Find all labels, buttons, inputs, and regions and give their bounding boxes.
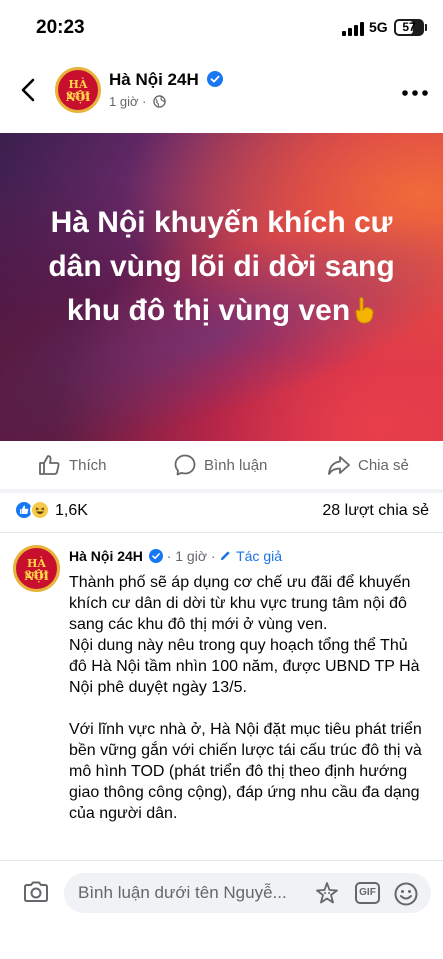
divider [0,532,443,533]
emoji-button[interactable] [393,881,419,907]
battery-cap [425,24,427,31]
verified-icon [207,71,224,87]
post-image-text: Hà Nội khuyến khích cư dân vùng lõi di d… [30,201,413,333]
section-divider [0,489,443,493]
comment-button[interactable]: Bình luận [173,453,273,479]
page-name[interactable]: Hà Nội 24H [109,70,224,90]
camera-button[interactable] [22,880,50,904]
author-tag: Tác giả [236,548,283,564]
caption-paragraph: Nội dung này nêu trong quy hoạch tổng th… [69,637,420,696]
page-name-text: Hà Nội 24H [109,70,199,89]
pencil-icon [221,551,231,561]
comment-logo-line2: 24H [24,570,49,581]
back-button[interactable] [14,74,42,106]
emoji-icon [394,882,418,906]
avatar-sticker-icon [316,882,338,904]
comment-placeholder: Bình luận dưới tên Nguyễ... [78,883,287,902]
share-icon [328,456,350,475]
comment-label: Bình luận [204,457,268,474]
status-time: 20:23 [36,17,85,38]
network-type: 5G [369,19,388,35]
post-time-text: 1 giờ · [109,94,147,109]
comment-icon [174,454,196,476]
point-down-emoji [355,297,374,324]
logo-line2: 24H [66,91,90,102]
reactions-row[interactable]: 1,6K 28 lượt chia sẻ [0,495,443,529]
post-time: 1 giờ · [109,94,166,109]
haha-reaction-icon [30,500,50,520]
caption-paragraph: Với lĩnh vực nhà ở, Hà Nội đặt mục tiêu … [69,721,422,822]
post-header: HÀ NỘI 24H Hà Nội 24H 1 giờ · [0,58,443,130]
comment-input[interactable]: Bình luận dưới tên Nguyễ... GIF [64,873,431,913]
more-options-button[interactable] [400,85,430,96]
status-bar: 20:23 5G 57 [0,0,443,58]
globe-icon [153,95,166,108]
page-avatar[interactable]: HÀ NỘI 24H [55,67,101,113]
camera-icon [24,881,48,902]
avatar-sticker-button[interactable] [314,881,340,907]
battery-level: 57 [402,20,416,34]
comment-avatar[interactable]: HÀ NỘI 24H [13,545,60,592]
signal-icon [342,22,364,36]
reaction-count: 1,6K [55,502,88,519]
comment-header: Hà Nội 24H · 1 giờ · Tác giả [69,548,282,564]
comment-composer: Bình luận dưới tên Nguyễ... GIF [0,860,443,959]
post-image-headline: Hà Nội khuyến khích cư dân vùng lõi di d… [48,206,395,327]
comment-time: · 1 giờ · [166,548,216,564]
share-button[interactable]: Chia sẻ [327,453,417,479]
post-action-bar: Thích Bình luận Chia sẻ [0,444,443,488]
comment-author[interactable]: Hà Nội 24H [69,548,143,564]
like-icon [39,455,60,475]
share-count[interactable]: 28 lượt chia sẻ [322,502,429,520]
battery-icon: 57 [394,19,424,36]
comment-body: Thành phố sẽ áp dụng cơ chế ưu đãi để kh… [69,572,429,824]
verified-icon [148,549,163,563]
more-icon [402,90,428,96]
share-label: Chia sẻ [358,457,409,474]
caption-paragraph: Thành phố sẽ áp dụng cơ chế ưu đãi để kh… [69,574,411,633]
post-image[interactable]: Hà Nội khuyến khích cư dân vùng lõi di d… [0,133,443,441]
like-button[interactable]: Thích [38,453,118,479]
gif-button[interactable]: GIF [355,882,380,904]
chevron-left-icon [21,78,35,102]
like-label: Thích [69,457,107,474]
